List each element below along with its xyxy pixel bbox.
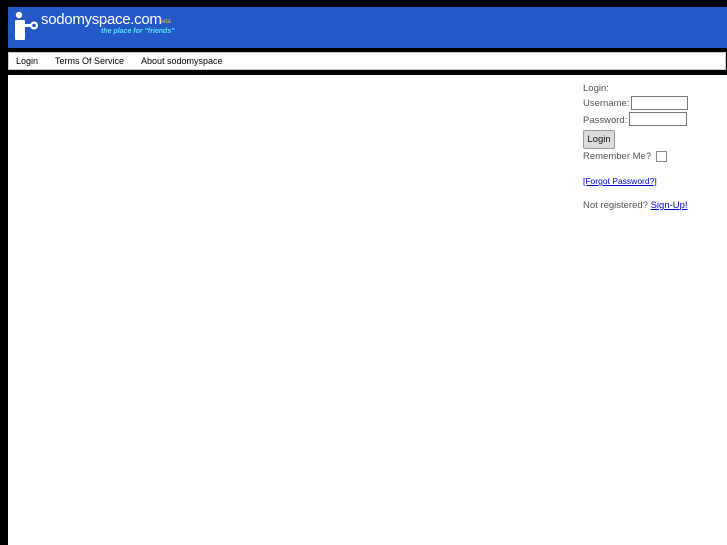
login-heading: Login: (583, 83, 609, 94)
site-logo-icon (15, 11, 38, 40)
nav-bar: Login Terms Of Service About sodomyspace (8, 52, 726, 70)
username-input[interactable] (631, 96, 688, 110)
main-content: Login: Username: Password: Login Remembe… (8, 75, 727, 545)
register-prompt: Not registered? Sign-Up! (583, 200, 688, 211)
nav-item-terms-of-service[interactable]: Terms Of Service (55, 56, 124, 66)
nav-item-about[interactable]: About sodomyspace (141, 56, 223, 66)
site-name[interactable]: sodomyspace.com (41, 11, 162, 28)
login-button[interactable]: Login (583, 130, 615, 149)
signup-link[interactable]: Sign-Up! (651, 200, 688, 211)
register-prompt-text: Not registered? (583, 200, 648, 211)
nav-item-login[interactable]: Login (16, 56, 38, 66)
beta-badge: beta (159, 19, 171, 25)
forgot-password-link[interactable]: [Forgot Password?] (583, 176, 657, 186)
password-label: Password: (583, 115, 628, 126)
site-tagline: the place for "friends" (101, 28, 175, 35)
remember-me-checkbox[interactable] (656, 151, 667, 162)
password-input[interactable] (629, 112, 687, 126)
remember-me-label: Remember Me? (583, 151, 652, 162)
username-label: Username: (583, 98, 630, 109)
site-header: sodomyspace.com beta the place for "frie… (8, 7, 727, 48)
